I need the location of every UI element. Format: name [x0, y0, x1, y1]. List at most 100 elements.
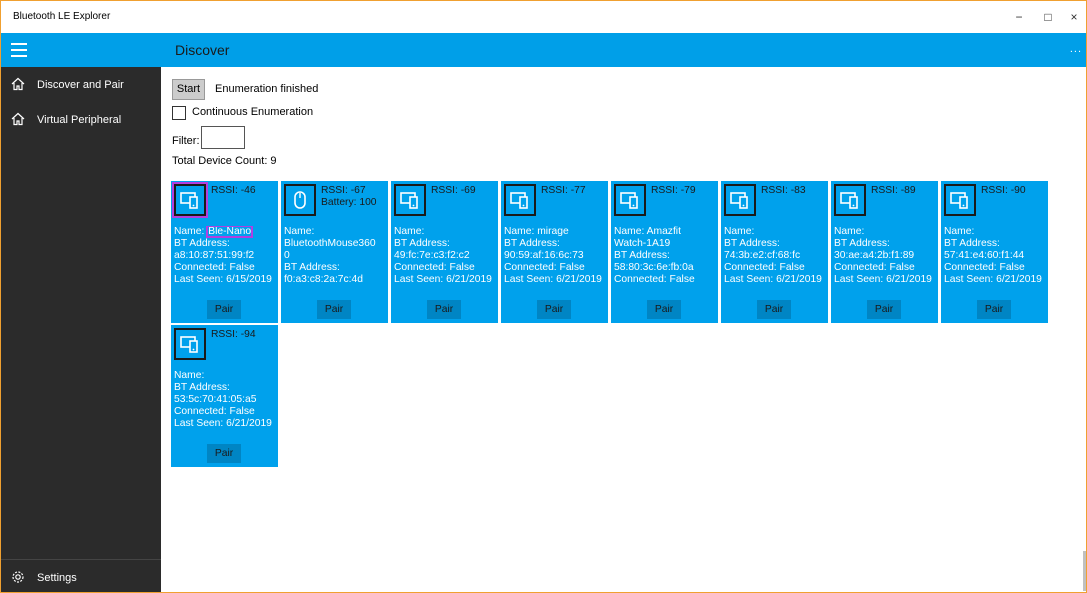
bt-address-label: BT Address:	[944, 238, 1000, 249]
device-info: Name: Ble-Nano BT Address: a8:10:87:51:99:…	[174, 226, 277, 286]
device-card[interactable]: RSSI: -67 Battery: 100 Name: BluetoothMouse…	[281, 181, 388, 323]
bt-address-value: 30:ae:a4:2b:f1:89	[834, 250, 915, 261]
start-button[interactable]: Start	[172, 79, 205, 100]
device-card[interactable]: RSSI: -69 Name: BT Address: 49:fc:7e:c3:f2:…	[391, 181, 498, 323]
connected-status: Connected: False	[724, 262, 805, 273]
pair-button[interactable]: Pair	[647, 300, 681, 319]
name-label: Name:	[284, 226, 315, 237]
sidebar-item-settings[interactable]: Settings	[1, 561, 161, 592]
window-title: Bluetooth LE Explorer	[13, 11, 111, 22]
last-seen: Last Seen: 6/21/2019	[834, 274, 932, 285]
rssi-value: RSSI: -89	[871, 185, 916, 196]
device-card[interactable]: RSSI: -83 Name: BT Address: 74:3b:e2:cf:68:…	[721, 181, 828, 323]
device-icon	[394, 184, 426, 216]
hamburger-menu-icon[interactable]	[11, 43, 27, 57]
device-info: Name: BT Address: 57:41:e4:60:f1:44 Connect…	[944, 226, 1047, 286]
bt-address-label: BT Address:	[614, 250, 670, 261]
device-card[interactable]: RSSI: -77 Name: mirage BT Address: 90:59:af…	[501, 181, 608, 323]
title-bar[interactable]: Bluetooth LE Explorer − □ ×	[1, 0, 1086, 33]
device-card[interactable]: RSSI: -79 Name: Amazfit Watch-1A19 BT Addre…	[611, 181, 718, 323]
pair-button[interactable]: Pair	[867, 300, 901, 319]
pair-button[interactable]: Pair	[207, 444, 241, 463]
pair-button[interactable]: Pair	[977, 300, 1011, 319]
device-info: Name: BT Address: 30:ae:a4:2b:f1:89 Connect…	[834, 226, 937, 286]
device-card[interactable]: RSSI: -90 Name: BT Address: 57:41:e4:60:f1:…	[941, 181, 1048, 323]
pair-button[interactable]: Pair	[427, 300, 461, 319]
sidebar-item-virtual-peripheral[interactable]: Virtual Peripheral	[1, 103, 161, 137]
filter-input[interactable]	[201, 126, 245, 149]
device-card[interactable]: RSSI: -94 Name: BT Address: 53:5c:70:41:05:…	[171, 325, 278, 467]
pair-button[interactable]: Pair	[207, 300, 241, 319]
last-seen: Last Seen: 6/21/2019	[944, 274, 1042, 285]
device-name: Ble-Nano	[206, 226, 254, 238]
bt-address-value: a8:10:87:51:99:f2	[174, 250, 255, 261]
connected-status: Connected: False	[834, 262, 915, 273]
device-icon	[834, 184, 866, 216]
device-name-line: 0	[284, 250, 290, 261]
connected-status: Connected: False	[944, 262, 1025, 273]
device-icon	[614, 184, 646, 216]
bt-address-value: 74:3b:e2:cf:68:fc	[724, 250, 801, 261]
more-options-icon[interactable]: ...	[1070, 43, 1082, 55]
sidebar-item-discover-and-pair[interactable]: Discover and Pair	[1, 68, 161, 102]
bt-address-label: BT Address:	[394, 238, 450, 249]
device-count: Total Device Count: 9	[172, 155, 277, 167]
device-name: Amazfit	[646, 226, 681, 237]
name-label: Name:	[174, 370, 205, 381]
rssi-value: RSSI: -77	[541, 185, 586, 196]
connected-status: Connected: False	[614, 274, 695, 285]
pair-button[interactable]: Pair	[757, 300, 791, 319]
device-card[interactable]: RSSI: -89 Name: BT Address: 30:ae:a4:2b:f1:…	[831, 181, 938, 323]
continuous-enumeration-checkbox[interactable]	[172, 106, 186, 120]
battery-level: Battery: 100	[321, 197, 377, 208]
maximize-button[interactable]: □	[1038, 8, 1058, 26]
rssi-value: RSSI: -83	[761, 185, 806, 196]
rssi-value: RSSI: -46	[211, 185, 256, 196]
device-card[interactable]: RSSI: -46 Name: Ble-Nano BT Address: a8:10:…	[171, 181, 278, 323]
pair-button[interactable]: Pair	[537, 300, 571, 319]
gear-icon	[11, 570, 27, 586]
device-icon	[174, 328, 206, 360]
scrollbar[interactable]	[1083, 551, 1086, 591]
filter-label: Filter:	[172, 135, 200, 147]
last-seen: Last Seen: 6/21/2019	[724, 274, 822, 285]
device-icon	[172, 182, 208, 218]
device-icon	[944, 184, 976, 216]
connected-status: Connected: False	[394, 262, 475, 273]
name-label: Name:	[614, 226, 645, 237]
home-icon	[11, 112, 27, 128]
device-name-line: Watch-1A19	[614, 238, 671, 249]
app-window: Bluetooth LE Explorer − □ × Discover ...…	[0, 0, 1087, 593]
name-label: Name:	[394, 226, 425, 237]
enumeration-status: Enumeration finished	[215, 83, 319, 95]
device-info: Name: BT Address: 49:fc:7e:c3:f2:c2 Connect…	[394, 226, 497, 286]
minimize-button[interactable]: −	[1009, 8, 1029, 26]
bt-address-value: 53:5c:70:41:05:a5	[174, 394, 257, 405]
sidebar-item-label: Virtual Peripheral	[37, 114, 122, 126]
device-info: Name: Amazfit Watch-1A19 BT Address: 58:80:…	[614, 226, 717, 286]
last-seen: Last Seen: 6/21/2019	[174, 418, 272, 429]
name-label: Name:	[504, 226, 535, 237]
device-icon	[504, 184, 536, 216]
bt-address-value: 58:80:3c:6e:fb:0a	[614, 262, 694, 273]
rssi-value: RSSI: -79	[651, 185, 696, 196]
sidebar: Discover and Pair Virtual Peripheral Set…	[1, 67, 161, 592]
name-label: Name:	[724, 226, 755, 237]
device-name-line: BluetoothMouse360	[284, 238, 376, 249]
sidebar-divider	[1, 559, 161, 560]
device-info: Name: BT Address: 74:3b:e2:cf:68:fc Connect…	[724, 226, 827, 286]
page-title: Discover	[175, 42, 230, 58]
home-icon	[11, 77, 27, 93]
device-name: mirage	[537, 226, 569, 237]
bt-address-value: 90:59:af:16:6c:73	[504, 250, 584, 261]
bt-address-label: BT Address:	[504, 238, 560, 249]
connected-status: Connected: False	[504, 262, 585, 273]
device-info: Name: BluetoothMouse360 0 BT Address: f0:a3:…	[284, 226, 387, 286]
close-button[interactable]: ×	[1064, 8, 1084, 26]
name-label: Name:	[174, 226, 205, 237]
pair-button[interactable]: Pair	[317, 300, 351, 319]
name-label: Name:	[944, 226, 975, 237]
last-seen: Last Seen: 6/21/2019	[394, 274, 492, 285]
rssi-value: RSSI: -67	[321, 185, 366, 196]
bt-address-label: BT Address:	[724, 238, 780, 249]
